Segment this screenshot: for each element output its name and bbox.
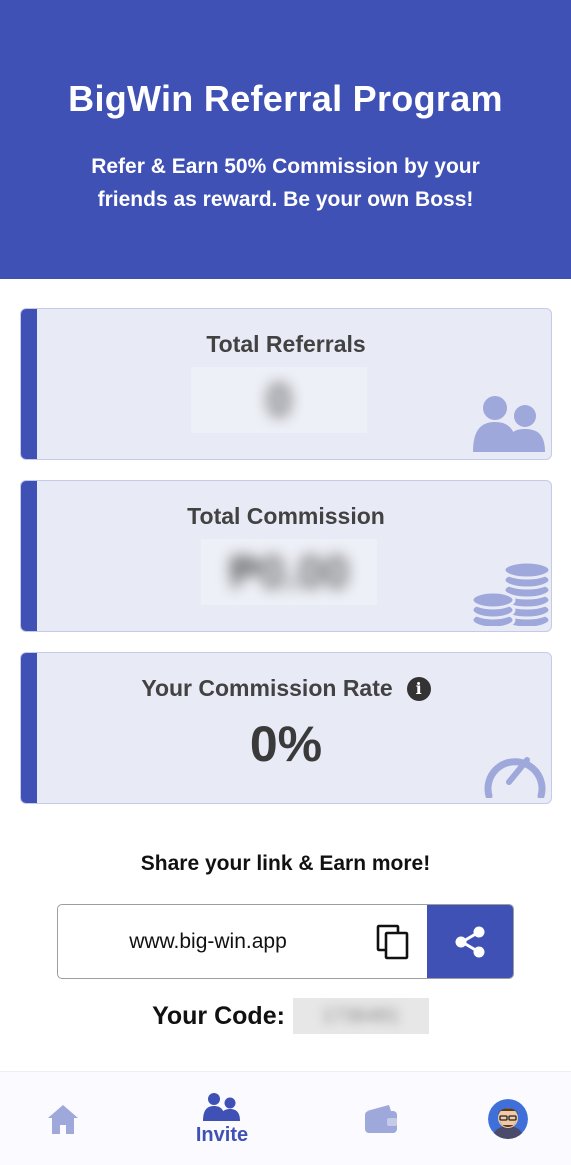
total-referrals-value-text: 0 bbox=[266, 374, 292, 426]
speedometer-icon bbox=[483, 742, 547, 803]
bottom-navigation: Invite bbox=[0, 1071, 571, 1165]
referral-page: BigWin Referral Program Refer & Earn 50%… bbox=[0, 0, 571, 1165]
referral-code-value[interactable]: 1736481 bbox=[292, 998, 429, 1034]
users-icon bbox=[473, 394, 549, 459]
nav-invite[interactable]: Invite bbox=[167, 1072, 277, 1165]
commission-rate-title: Your Commission Rate bbox=[141, 675, 393, 701]
referral-link-text[interactable]: www.big-win.app bbox=[58, 905, 358, 978]
wallet-icon bbox=[365, 1105, 397, 1133]
total-commission-value: ₱0.00 bbox=[201, 539, 377, 605]
nav-profile[interactable] bbox=[453, 1072, 563, 1165]
share-heading: Share your link & Earn more! bbox=[140, 852, 431, 875]
total-referrals-card: Total Referrals 0 bbox=[20, 308, 552, 460]
page-title: BigWin Referral Program bbox=[68, 78, 503, 119]
copy-icon bbox=[376, 924, 409, 959]
total-commission-title: Total Commission bbox=[187, 503, 385, 529]
commission-rate-value: 0% bbox=[249, 716, 323, 772]
total-referrals-value: 0 bbox=[191, 367, 367, 433]
total-commission-value-text: ₱0.00 bbox=[228, 546, 350, 598]
referral-code-value-text: 1736481 bbox=[322, 1004, 400, 1027]
copy-button[interactable] bbox=[358, 905, 428, 978]
home-icon bbox=[48, 1105, 78, 1134]
coins-icon bbox=[470, 558, 551, 631]
nav-home[interactable] bbox=[8, 1072, 118, 1165]
share-icon bbox=[455, 926, 485, 957]
avatar bbox=[488, 1099, 528, 1139]
info-icon[interactable]: i bbox=[406, 676, 431, 701]
commission-rate-title-row: Your Commission Rate i bbox=[21, 675, 551, 702]
nav-wallet[interactable] bbox=[326, 1072, 436, 1165]
share-button[interactable] bbox=[427, 905, 513, 978]
referral-code-row: Your Code: 1736481 bbox=[0, 998, 571, 1034]
header-banner: BigWin Referral Program Refer & Earn 50%… bbox=[0, 0, 571, 279]
nav-invite-label: Invite bbox=[195, 1123, 249, 1146]
referral-code-label: Your Code: bbox=[152, 1001, 285, 1030]
referral-link-box: www.big-win.app bbox=[57, 904, 514, 979]
total-commission-card: Total Commission ₱0.00 bbox=[20, 480, 552, 632]
commission-rate-card: Your Commission Rate i 0% bbox=[20, 652, 552, 804]
page-subtitle: Refer & Earn 50% Commission by your frie… bbox=[91, 155, 480, 211]
total-referrals-title: Total Referrals bbox=[206, 331, 366, 357]
users-icon bbox=[203, 1092, 240, 1121]
